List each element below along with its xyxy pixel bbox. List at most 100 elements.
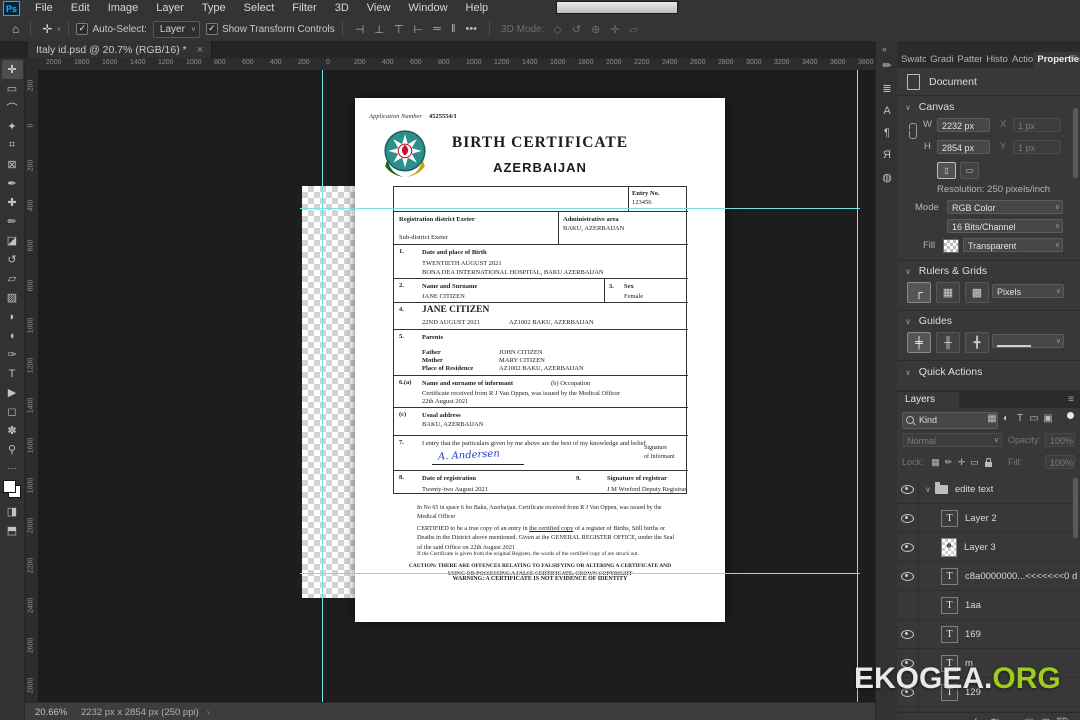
tab-layers[interactable]: Layers [897,392,959,408]
layer-row-4[interactable]: T 1aa [897,591,1080,620]
expand-panels-icon[interactable]: « [882,44,887,54]
mode-select[interactable]: RGB Color ∨ [947,200,1063,214]
auto-select-target-dropdown[interactable]: Layer ∨ [152,20,200,38]
type-tool[interactable]: T [2,364,23,383]
visibility-toggle[interactable] [897,620,919,648]
eraser-tool[interactable]: ▱ [2,269,23,288]
filter-toggle-icon[interactable] [1067,412,1074,419]
object-selection-tool[interactable]: ✦ [2,117,23,136]
align-icon-1[interactable]: ⊥ [369,23,389,36]
visibility-toggle[interactable] [897,533,919,561]
units-select[interactable]: Pixels ∨ [992,284,1064,298]
layer-filter-icon-3[interactable]: ▭ [1027,413,1041,424]
align-icon-4[interactable]: ═ [428,23,446,36]
tab-patter[interactable]: Patter [953,52,982,68]
blur-tool[interactable]: ◗ [2,307,23,326]
document-tab[interactable]: Italy id.psd @ 20.7% (RGB/16) * × [28,41,213,58]
canvas-section-header[interactable]: ∨ Canvas [905,101,954,113]
menu-image[interactable]: Image [99,0,148,17]
adjustments-panel[interactable]: ≣ [882,82,891,95]
menu-3d[interactable]: 3D [326,0,358,17]
3d-mode-icon-1[interactable]: ↺ [567,23,586,36]
quick-mask-icon[interactable]: ◨ [2,502,23,521]
tab-swatc[interactable]: Swatc [897,52,926,68]
layer-row-2[interactable]: Layer 3 [897,533,1080,562]
foreground-color-swatch[interactable] [3,480,16,493]
ruler-left[interactable]: 200 0 200 400 600 800 1000 1200 1400 1600 1800 2000… [25,70,39,702]
crop-tool[interactable]: ⌗ [2,136,23,155]
horizontal-guide[interactable] [300,208,860,209]
dodge-tool[interactable]: ◖ [2,326,23,345]
visibility-toggle[interactable] [897,562,919,590]
tab-histo[interactable]: Histo [982,52,1008,68]
more-options-icon[interactable]: ••• [460,23,482,35]
libraries-panel[interactable]: ◍ [882,171,892,184]
rulers-grids-button-2[interactable]: ▩ [965,282,989,303]
visibility-toggle[interactable] [897,504,919,532]
3d-mode-icon-3[interactable]: ✛ [605,23,624,36]
layer-row-3[interactable]: Tc8a0000000...<<<<<<<0 d [897,562,1080,591]
menu-view[interactable]: View [358,0,400,17]
menu-select[interactable]: Select [235,0,284,17]
panel-menu-icon[interactable]: ≡ [1068,394,1074,405]
guides-button-0[interactable]: ╪ [907,332,931,353]
toolbar-ellipsis-icon[interactable]: ⋯ [2,459,23,478]
brush-tool[interactable]: ✏ [2,212,23,231]
y-field[interactable]: 1 px [1013,140,1061,154]
guides-section-header[interactable]: ∨ Guides [905,315,952,327]
auto-select-checkbox[interactable]: ✓ [76,23,89,35]
gradient-tool[interactable]: ▨ [2,288,23,307]
layer-filter-icon-1[interactable]: ◐ [999,413,1013,424]
character-panel[interactable]: A [883,105,890,117]
screen-mode-icon[interactable]: ⬒ [2,521,23,540]
panel-menu-icon[interactable]: ≡ [1070,53,1076,64]
3d-mode-icon-2[interactable]: ⊕ [586,23,605,36]
menu-filter[interactable]: Filter [283,0,325,17]
layer-filter-icon-2[interactable]: T [1013,413,1027,424]
move-tool-icon[interactable]: ✛ [38,22,56,36]
align-icon-0[interactable]: ⊣ [350,23,370,36]
lock-icon-0[interactable]: ▦ [929,457,942,468]
clone-stamp-tool[interactable]: ◪ [2,231,23,250]
link-dimensions-icon[interactable] [908,123,917,139]
bit-depth-select[interactable]: 16 Bits/Channel ∨ [947,219,1063,233]
align-icon-5[interactable]: ‖ [446,23,461,36]
layer-filter-icon-4[interactable]: ▣ [1041,413,1055,424]
layer-row-5[interactable]: T 169 [897,620,1080,649]
lasso-tool[interactable]: ⌒ [2,98,23,117]
path-selection-tool[interactable]: ▶ [2,383,23,402]
glyphs-panel[interactable]: Я [883,149,891,161]
guides-button-1[interactable]: ╫ [936,332,960,353]
rulers-grids-button-0[interactable]: ┌ [907,282,931,303]
pen-tool[interactable]: ✑ [2,345,23,364]
guides-button-2[interactable]: ╋ [965,332,989,353]
rulers-grids-section-header[interactable]: ∨ Rulers & Grids [905,265,987,277]
zoom-level-field[interactable]: 20.66% [35,707,81,718]
x-field[interactable]: 1 px [1013,118,1061,132]
home-icon[interactable]: ⌂ [8,22,23,36]
shape-tool[interactable]: ◻ [2,402,23,421]
tab-gradi[interactable]: Gradi [926,52,953,68]
move-tool[interactable]: ✛ [1,60,23,79]
scrollbar[interactable] [1073,478,1078,538]
vertical-guide[interactable] [857,70,858,702]
layer-filter-icon-0[interactable]: ▦ [985,413,999,424]
show-transform-checkbox[interactable]: ✓ [205,23,218,35]
close-icon[interactable]: × [197,44,203,56]
status-arrow-icon[interactable]: › [207,707,210,717]
marquee-tool[interactable]: ▭ [2,79,23,98]
paragraph-panel[interactable]: ¶ [884,127,890,139]
height-field[interactable]: 2854 px [937,140,990,154]
blend-mode-select[interactable]: Normal ∨ [902,433,1002,447]
vertical-guide[interactable] [322,70,323,702]
quick-actions-section-header[interactable]: ∨ Quick Actions [905,366,982,378]
healing-brush-tool[interactable]: ✚ [2,193,23,212]
horizontal-guide[interactable] [300,573,860,574]
lock-icon-1[interactable]: ✏ [942,457,955,468]
history-brush-tool[interactable]: ↺ [2,250,23,269]
layer-row-0[interactable]: ∨ edite text [897,475,1080,504]
menu-help[interactable]: Help [457,0,498,17]
rulers-grids-button-1[interactable]: ▦ [936,282,960,303]
transparent-canvas-region[interactable] [302,186,355,598]
fill-select[interactable]: Transparent ∨ [963,238,1063,252]
